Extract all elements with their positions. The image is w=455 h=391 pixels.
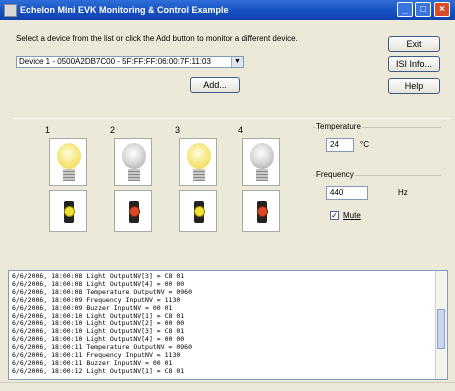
frequency-unit: Hz [398,188,408,197]
mute-label: Mute [343,211,361,220]
window-title: Echelon Mini EVK Monitoring & Control Ex… [20,5,229,15]
switch-4[interactable] [242,190,280,232]
switch-1[interactable] [49,190,87,232]
title-bar: Echelon Mini EVK Monitoring & Control Ex… [0,0,455,20]
isi-info-button[interactable]: ISI Info... [388,56,440,72]
close-icon[interactable]: × [434,2,450,17]
isi-info-button-label: ISI Info... [395,59,433,69]
bulb-off-icon [250,143,274,169]
app-icon [4,4,17,17]
switch-indicator [64,206,75,217]
device-select[interactable]: Device 1 - 0500A2DB7C00 - 5F:FF:FF:06:00… [16,56,244,68]
bulb-on-icon [57,143,81,169]
instruction-text: Select a device from the list or click t… [16,34,298,43]
scrollbar-thumb[interactable] [437,309,445,349]
device-number: 1 [45,125,51,135]
temperature-unit: °C [360,140,369,149]
switch-3[interactable] [179,190,217,232]
temperature-label: Temperature [315,122,362,131]
switch-2[interactable] [114,190,152,232]
help-button[interactable]: Help [388,78,440,94]
light-bulb-4 [242,138,280,186]
switch-indicator [194,206,205,217]
light-bulb-1 [49,138,87,186]
switch-indicator [257,206,268,217]
exit-button-label: Exit [406,39,422,49]
light-bulb-2 [114,138,152,186]
bulb-base [63,169,75,181]
log-line: 6/6/2006, 18:00:12 Light OutputNV[1] = C… [12,366,185,375]
minimize-icon[interactable]: _ [397,2,413,17]
add-button[interactable]: Add... [190,77,240,93]
bulb-base [256,169,268,181]
device-number: 2 [110,125,116,135]
event-log-list: 6/6/2006, 18:00:08 Light OutputNV[3] = C… [12,272,432,376]
exit-button[interactable]: Exit [388,36,440,52]
maximize-icon[interactable]: □ [415,2,431,17]
mute-checkbox[interactable]: ✓ [330,211,339,220]
chevron-down-icon[interactable]: ▼ [231,57,243,67]
help-button-label: Help [404,81,424,91]
add-button-label: Add... [203,80,227,90]
frequency-field[interactable]: 440 [326,186,368,200]
temperature-field: 24 [326,138,354,152]
bulb-off-icon [122,143,146,169]
frequency-label: Frequency [315,170,355,179]
device-select-value: Device 1 - 0500A2DB7C00 - 5F:FF:FF:06:00… [19,57,211,66]
bulb-base [128,169,140,181]
switch-indicator [129,206,140,217]
light-bulb-3 [179,138,217,186]
device-number: 3 [175,125,181,135]
event-log[interactable]: 6/6/2006, 18:00:08 Light OutputNV[3] = C… [8,270,448,380]
bulb-base [193,169,205,181]
bulb-on-icon [187,143,211,169]
device-number: 4 [238,125,244,135]
log-scrollbar[interactable] [435,271,447,379]
